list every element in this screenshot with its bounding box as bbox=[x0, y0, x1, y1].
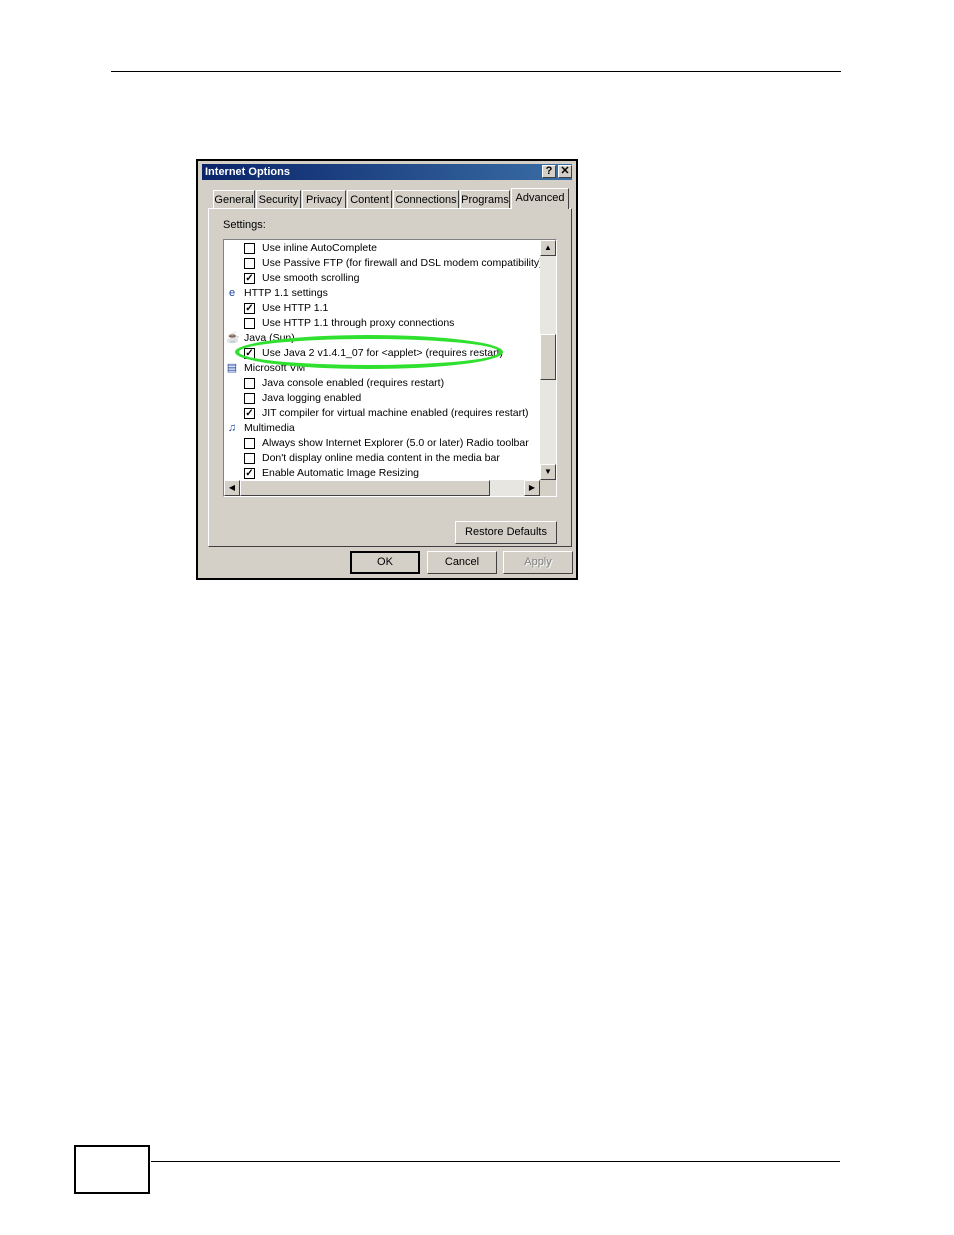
settings-checkbox[interactable] bbox=[244, 243, 255, 254]
restore-defaults-button[interactable]: Restore Defaults bbox=[455, 521, 557, 544]
settings-option-label: Java logging enabled bbox=[262, 392, 362, 404]
settings-checkbox[interactable] bbox=[244, 453, 255, 464]
apply-button[interactable]: Apply bbox=[503, 551, 573, 574]
scroll-down-button[interactable]: ▼ bbox=[540, 464, 556, 480]
tab-advanced[interactable]: Advanced bbox=[511, 188, 569, 209]
settings-checkbox[interactable]: ✓ bbox=[244, 273, 255, 284]
vertical-scrollbar[interactable]: ▲ ▼ bbox=[540, 240, 556, 480]
tab-security[interactable]: Security bbox=[256, 190, 301, 208]
settings-option-label: JIT compiler for virtual machine enabled… bbox=[262, 407, 529, 419]
settings-option-label: Always show Internet Explorer (5.0 or la… bbox=[262, 437, 529, 449]
settings-checkbox[interactable]: ✓ bbox=[244, 408, 255, 419]
help-button[interactable]: ? bbox=[542, 165, 556, 178]
settings-group-label: Java (Sun) bbox=[244, 332, 295, 344]
horizontal-scroll-thumb[interactable] bbox=[240, 480, 490, 496]
tab-general[interactable]: General bbox=[213, 190, 255, 208]
java-icon: ☕ bbox=[226, 332, 240, 344]
advanced-panel: Settings: Use inline AutoComplete Use Pas… bbox=[208, 208, 572, 547]
globe-icon: e bbox=[228, 287, 236, 299]
settings-option-label: Use HTTP 1.1 bbox=[262, 302, 329, 314]
settings-option-label: Don't display online media content in th… bbox=[262, 452, 500, 464]
title-bar[interactable]: Internet Options ? ✕ bbox=[202, 164, 572, 180]
page-number-box bbox=[74, 1145, 150, 1194]
settings-label: Settings: bbox=[223, 219, 266, 231]
settings-checkbox[interactable] bbox=[244, 378, 255, 389]
document-icon: ▤ bbox=[226, 362, 238, 374]
tab-privacy[interactable]: Privacy bbox=[302, 190, 346, 208]
settings-option-label: Enable Automatic Image Resizing bbox=[262, 467, 420, 479]
multimedia-icon: ♫ bbox=[227, 422, 237, 434]
settings-option-label: Use HTTP 1.1 through proxy connections bbox=[262, 317, 455, 329]
settings-option-label: Use Passive FTP (for firewall and DSL mo… bbox=[262, 257, 543, 269]
internet-options-dialog: Internet Options ? ✕ General Security Pr… bbox=[196, 159, 578, 580]
tab-content[interactable]: Content bbox=[347, 190, 392, 208]
dialog-title: Internet Options bbox=[205, 166, 290, 178]
settings-group-label: HTTP 1.1 settings bbox=[244, 287, 328, 299]
settings-option-label: Java console enabled (requires restart) bbox=[262, 377, 445, 389]
settings-checkbox[interactable]: ✓ bbox=[244, 468, 255, 479]
close-button[interactable]: ✕ bbox=[558, 165, 572, 178]
tab-programs[interactable]: Programs bbox=[460, 190, 510, 208]
tab-connections[interactable]: Connections bbox=[393, 190, 459, 208]
settings-group-label: Microsoft VM bbox=[244, 362, 306, 374]
ok-button[interactable]: OK bbox=[350, 551, 420, 574]
scroll-up-button[interactable]: ▲ bbox=[540, 240, 556, 256]
settings-checkbox[interactable] bbox=[244, 318, 255, 329]
cancel-button[interactable]: Cancel bbox=[427, 551, 497, 574]
settings-checkbox[interactable] bbox=[244, 258, 255, 269]
scroll-right-button[interactable]: ▶ bbox=[524, 480, 540, 496]
horizontal-scrollbar[interactable]: ◀ ▶ bbox=[224, 480, 540, 496]
settings-checkbox[interactable]: ✓ bbox=[244, 303, 255, 314]
settings-option-label: Use inline AutoComplete bbox=[262, 242, 377, 254]
settings-group-label: Multimedia bbox=[244, 422, 295, 434]
footer-rule bbox=[151, 1161, 840, 1162]
settings-checkbox[interactable] bbox=[244, 438, 255, 449]
header-rule bbox=[111, 71, 841, 72]
settings-listbox[interactable]: Use inline AutoComplete Use Passive FTP (… bbox=[223, 239, 557, 497]
settings-option-label: Use smooth scrolling bbox=[262, 272, 360, 284]
scroll-left-button[interactable]: ◀ bbox=[224, 480, 240, 496]
settings-checkbox[interactable]: ✓ bbox=[244, 348, 255, 359]
scrollbar-corner bbox=[540, 480, 556, 496]
vertical-scroll-thumb[interactable] bbox=[540, 334, 556, 380]
settings-option-label: Use Java 2 v1.4.1_07 for <applet> (requi… bbox=[262, 347, 504, 359]
settings-checkbox[interactable] bbox=[244, 393, 255, 404]
